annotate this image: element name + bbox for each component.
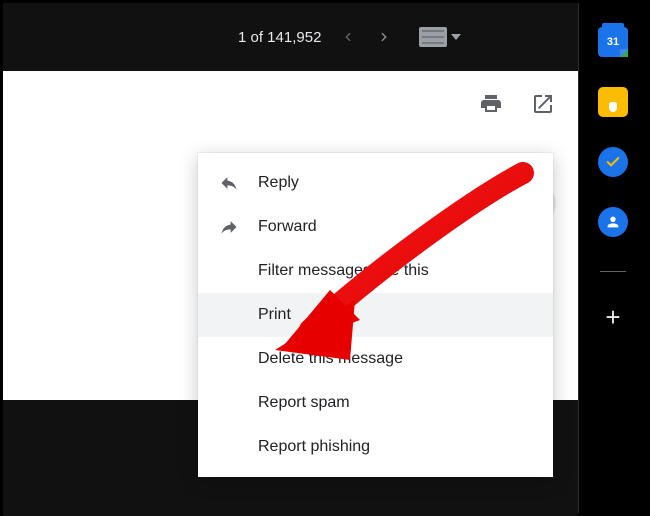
printer-icon — [479, 92, 503, 116]
input-tools-button[interactable] — [419, 27, 461, 47]
menu-item-label: Report spam — [258, 394, 533, 412]
conversation-header: 1 of 141,952 — [3, 3, 578, 71]
menu-item-label: Report phishing — [258, 438, 533, 456]
menu-item-filter[interactable]: Filter messages like this — [198, 249, 553, 293]
window-frame: 1 of 141,952 3:15 PM (3 minutes ago — [3, 3, 647, 513]
more-options-menu: Reply Forward Filter messages like this … — [198, 153, 553, 477]
menu-item-label: Reply — [258, 174, 533, 192]
message-count: 1 of 141,952 — [238, 29, 321, 46]
add-app-button[interactable]: + — [598, 302, 628, 332]
prev-message-button[interactable] — [339, 28, 357, 46]
open-external-icon — [531, 92, 555, 116]
menu-item-forward[interactable]: Forward — [198, 205, 553, 249]
menu-item-report-spam[interactable]: Report spam — [198, 381, 553, 425]
menu-item-label: Filter messages like this — [258, 262, 533, 280]
menu-item-label: Forward — [258, 218, 533, 236]
menu-item-label: Delete this message — [258, 350, 533, 368]
reply-icon — [218, 172, 240, 194]
menu-item-reply[interactable]: Reply — [198, 161, 553, 205]
menu-item-print[interactable]: Print — [198, 293, 553, 337]
calendar-app-button[interactable]: 31 — [598, 27, 628, 57]
menu-item-label: Print — [258, 306, 533, 324]
open-new-window-button[interactable] — [530, 91, 556, 117]
menu-item-report-phishing[interactable]: Report phishing — [198, 425, 553, 469]
chevron-down-icon — [451, 34, 461, 40]
person-icon — [605, 214, 621, 230]
calendar-day-number: 31 — [607, 36, 619, 48]
keep-app-button[interactable] — [598, 87, 628, 117]
next-message-button[interactable] — [375, 28, 393, 46]
side-panel: 31 + — [579, 3, 647, 513]
tasks-app-button[interactable] — [598, 147, 628, 177]
keyboard-icon — [419, 27, 447, 47]
print-all-button[interactable] — [478, 91, 504, 117]
contacts-app-button[interactable] — [598, 207, 628, 237]
menu-item-delete[interactable]: Delete this message — [198, 337, 553, 381]
side-panel-divider — [600, 271, 626, 272]
tasks-icon — [605, 154, 621, 170]
forward-icon — [218, 216, 240, 238]
